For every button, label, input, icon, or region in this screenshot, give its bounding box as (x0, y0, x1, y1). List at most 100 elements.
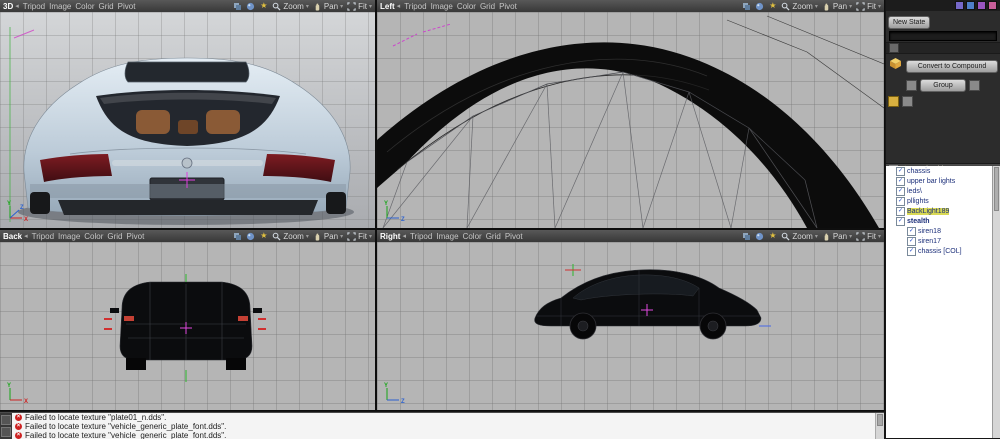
tree-item[interactable]: ✓ pllights (886, 196, 1000, 206)
menu-tripod[interactable]: Tripod (23, 2, 45, 11)
viewport-3d-canvas[interactable]: Y X Z (0, 12, 375, 228)
pan-button[interactable]: Pan ▾ (313, 2, 343, 11)
tree-item[interactable]: ✓ chassis (886, 166, 1000, 176)
visibility-checkbox[interactable]: ✓ (896, 167, 905, 176)
zoom-button[interactable]: Zoom ▾ (781, 232, 817, 241)
visibility-checkbox[interactable]: ✓ (896, 197, 905, 206)
viewport-type-caret-icon[interactable]: ◂ (15, 2, 19, 10)
layers-icon[interactable] (742, 2, 751, 11)
visibility-checkbox[interactable]: ✓ (907, 237, 916, 246)
menu-color[interactable]: Color (75, 2, 94, 11)
tree-item-selected[interactable]: ✓ BackLight189 (886, 206, 1000, 216)
viewport-right-canvas[interactable]: Y Z (377, 242, 884, 410)
viewport-back-canvas[interactable]: Y X (0, 242, 375, 410)
menu-tripod[interactable]: Tripod (410, 232, 432, 241)
log-message[interactable]: × Failed to locate texture "plate01_n.dd… (12, 413, 875, 422)
visibility-checkbox[interactable]: ✓ (907, 247, 916, 256)
attach-icon[interactable] (906, 80, 917, 91)
menu-image[interactable]: Image (436, 232, 458, 241)
state-name-field[interactable] (889, 31, 997, 41)
visibility-checkbox[interactable]: ✓ (896, 217, 905, 226)
menu-image[interactable]: Image (49, 2, 71, 11)
menu-image[interactable]: Image (431, 2, 453, 11)
new-state-button[interactable]: New State (888, 16, 930, 29)
menu-grid[interactable]: Grid (99, 2, 114, 11)
tree-scrollbar[interactable] (992, 166, 1000, 438)
convert-to-compound-button[interactable]: Convert to Compound (906, 60, 998, 73)
log-message[interactable]: × Failed to locate texture "vehicle_gene… (12, 422, 875, 431)
menu-grid[interactable]: Grid (486, 232, 501, 241)
tree-item[interactable]: ✓ siren17 (886, 236, 1000, 246)
shaded-view-icon[interactable] (246, 2, 255, 11)
favorites-icon[interactable]: ★ (768, 232, 777, 241)
visibility-checkbox[interactable]: ✓ (907, 227, 916, 236)
layers-icon[interactable] (742, 232, 751, 241)
viewport-type-button[interactable]: Back (3, 232, 22, 241)
zoom-button[interactable]: Zoom ▾ (272, 232, 308, 241)
favorites-icon[interactable]: ★ (259, 232, 268, 241)
axis-z-label: Z (401, 399, 405, 405)
menu-pivot[interactable]: Pivot (127, 232, 145, 241)
pan-button[interactable]: Pan ▾ (822, 232, 852, 241)
toolbar-icon[interactable] (955, 1, 964, 10)
pan-button[interactable]: Pan ▾ (313, 232, 343, 241)
layers-icon[interactable] (233, 232, 242, 241)
fit-button[interactable]: Fit ▾ (347, 2, 372, 11)
settings-icon[interactable] (902, 96, 913, 107)
tree-scrollbar-thumb[interactable] (994, 167, 999, 211)
menu-pivot[interactable]: Pivot (505, 232, 523, 241)
menu-color[interactable]: Color (463, 232, 482, 241)
log-expand-icon[interactable] (1, 427, 11, 437)
viewport-type-button[interactable]: Right (380, 232, 400, 241)
tree-item[interactable]: ✓ stealth (886, 216, 1000, 226)
axis-z-label: Z (401, 217, 405, 223)
zoom-button[interactable]: Zoom ▾ (781, 2, 817, 11)
favorites-icon[interactable]: ★ (259, 2, 268, 11)
toolbar-icon[interactable] (977, 1, 986, 10)
tree-item[interactable]: ✓ leds\ (886, 186, 1000, 196)
layers-icon[interactable] (233, 2, 242, 11)
menu-tripod[interactable]: Tripod (32, 232, 54, 241)
toolbar-icon[interactable] (966, 1, 975, 10)
menu-pivot[interactable]: Pivot (499, 2, 517, 11)
shaded-view-icon[interactable] (755, 232, 764, 241)
structure-icon[interactable] (889, 43, 899, 53)
menu-color[interactable]: Color (457, 2, 476, 11)
log-scrollbar-thumb[interactable] (877, 414, 883, 426)
menu-grid[interactable]: Grid (107, 232, 122, 241)
menu-color[interactable]: Color (84, 232, 103, 241)
chevron-down-icon: ▾ (306, 233, 309, 240)
favorites-icon[interactable]: ★ (768, 2, 777, 11)
visibility-checkbox[interactable]: ✓ (896, 177, 905, 186)
pan-button[interactable]: Pan ▾ (822, 2, 852, 11)
fit-button[interactable]: Fit ▾ (856, 2, 881, 11)
detach-icon[interactable] (969, 80, 980, 91)
menu-tripod[interactable]: Tripod (404, 2, 426, 11)
menu-image[interactable]: Image (58, 232, 80, 241)
viewport-left-canvas[interactable]: Y Z (377, 12, 884, 228)
group-button[interactable]: Group (920, 79, 966, 92)
viewport-type-button[interactable]: Left (380, 2, 395, 11)
visibility-checkbox[interactable]: ✓ (896, 187, 905, 196)
log-scrollbar[interactable] (875, 413, 884, 439)
chevron-down-icon: ▾ (878, 3, 881, 10)
shaded-view-icon[interactable] (755, 2, 764, 11)
viewport-type-caret-icon[interactable]: ◂ (397, 2, 401, 10)
menu-pivot[interactable]: Pivot (118, 2, 136, 11)
fit-button[interactable]: Fit ▾ (856, 232, 881, 241)
menu-grid[interactable]: Grid (480, 2, 495, 11)
toolbar-icon[interactable] (988, 1, 997, 10)
fit-button[interactable]: Fit ▾ (347, 232, 372, 241)
shaded-view-icon[interactable] (246, 232, 255, 241)
viewport-type-caret-icon[interactable]: ◂ (24, 232, 28, 240)
material-icon[interactable] (888, 96, 899, 107)
log-filter-icon[interactable] (1, 415, 11, 425)
visibility-checkbox[interactable]: ✓ (896, 207, 905, 216)
tree-item[interactable]: ✓ chassis [COL] (886, 246, 1000, 256)
viewport-type-caret-icon[interactable]: ◂ (402, 232, 406, 240)
tree-item[interactable]: ✓ siren18 (886, 226, 1000, 236)
viewport-type-button[interactable]: 3D (3, 2, 13, 11)
tree-item[interactable]: ✓ upper bar lights (886, 176, 1000, 186)
tree-item-label: upper bar lights (907, 178, 955, 185)
zoom-button[interactable]: Zoom ▾ (272, 2, 308, 11)
